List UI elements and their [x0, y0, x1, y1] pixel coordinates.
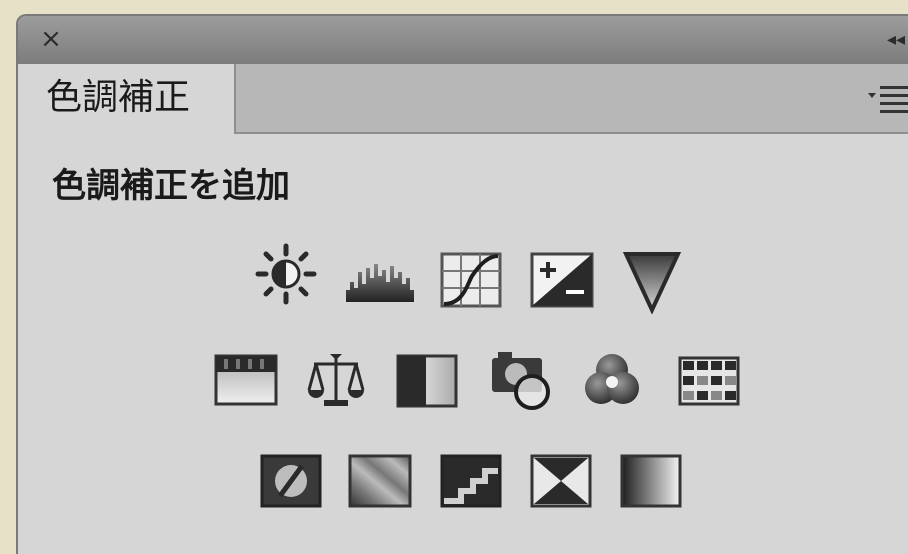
- photo-filter-icon[interactable]: [488, 346, 558, 412]
- posterize-icon[interactable]: [348, 454, 412, 508]
- selective-color-icon[interactable]: [530, 454, 592, 508]
- threshold-icon[interactable]: [440, 454, 502, 508]
- brightness-contrast-icon[interactable]: [254, 242, 318, 306]
- black-white-icon[interactable]: [396, 354, 458, 408]
- color-lookup-icon[interactable]: [678, 356, 740, 406]
- invert-icon[interactable]: [260, 454, 322, 508]
- exposure-icon[interactable]: [530, 252, 594, 308]
- color-balance-icon[interactable]: [306, 350, 366, 410]
- curves-icon[interactable]: [440, 252, 502, 308]
- hue-saturation-icon[interactable]: [214, 354, 278, 406]
- add-adjustment-heading: 色調補正を追加: [52, 166, 290, 206]
- panel-menu-icon[interactable]: [866, 82, 908, 114]
- close-icon[interactable]: ×: [36, 24, 66, 54]
- levels-icon[interactable]: [344, 248, 416, 304]
- tab-adjustments[interactable]: 色調補正: [18, 64, 236, 134]
- vibrance-icon[interactable]: [622, 250, 682, 314]
- panel-titlebar[interactable]: × ◂◂: [18, 16, 908, 65]
- adjustments-panel: × ◂◂ 色調補正 色調補正を追加: [16, 14, 908, 554]
- collapse-panel-icon[interactable]: ◂◂: [882, 26, 908, 54]
- gradient-map-icon[interactable]: [620, 454, 682, 508]
- channel-mixer-icon[interactable]: [580, 348, 644, 412]
- tab-bar: 色調補正: [18, 64, 908, 134]
